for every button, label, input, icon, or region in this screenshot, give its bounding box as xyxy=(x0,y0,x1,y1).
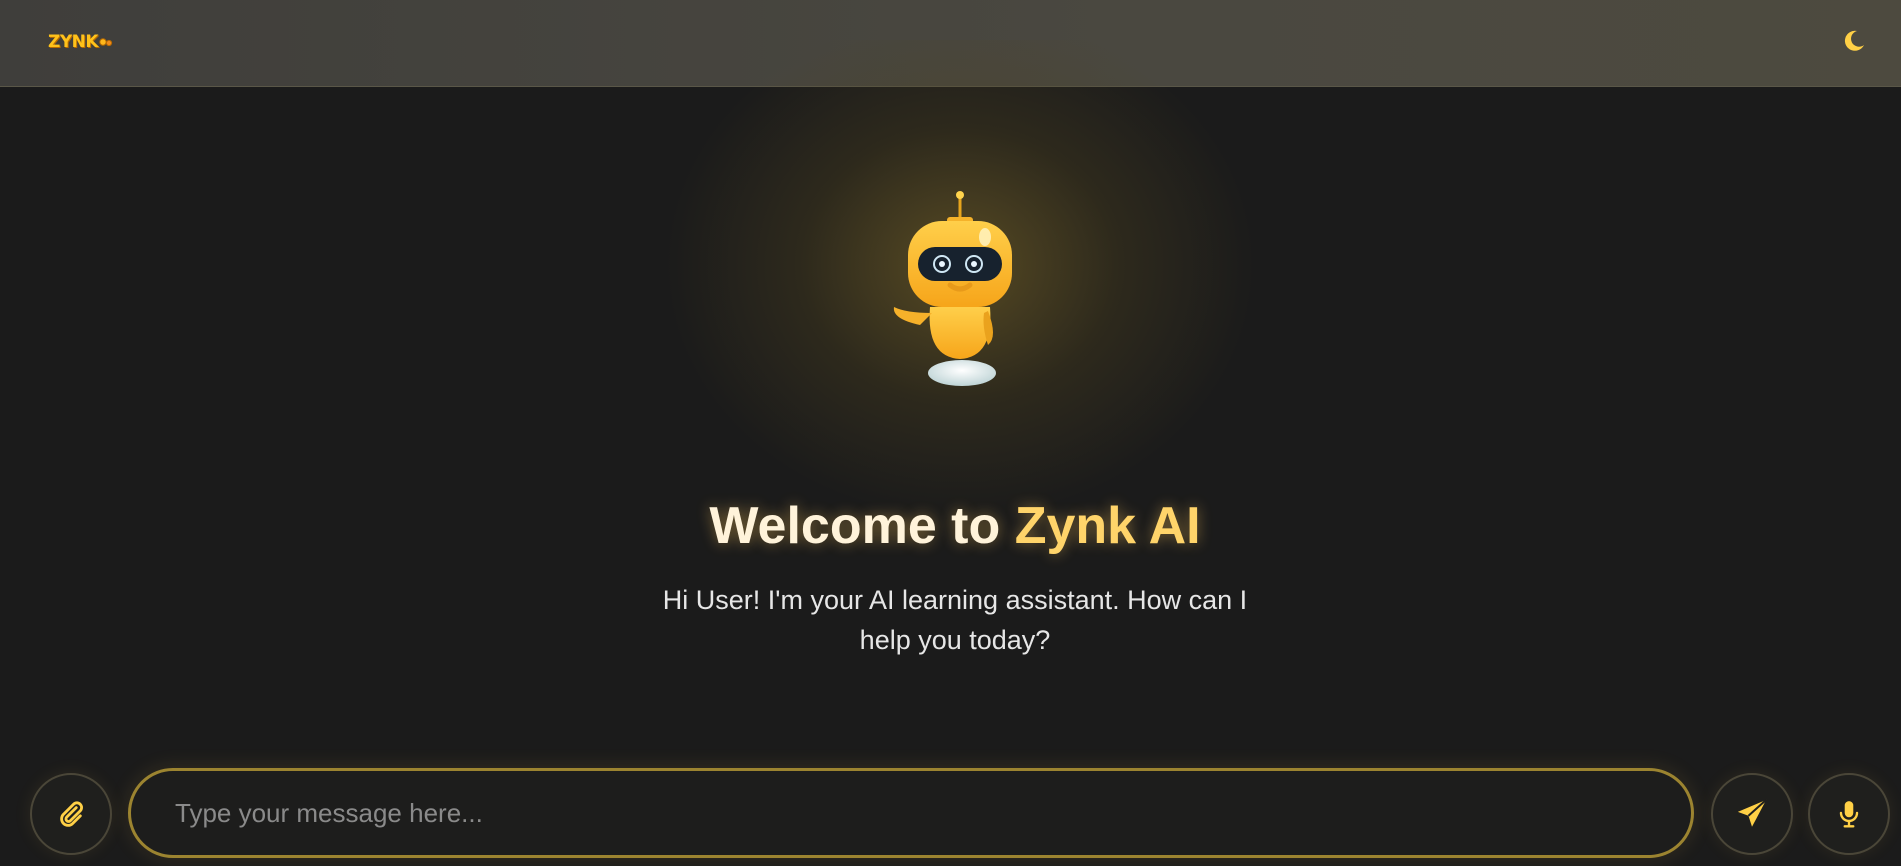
logo[interactable]: ZYNK xyxy=(48,30,113,54)
robot-mascot-icon xyxy=(893,191,1012,386)
zynk-logo-mark-icon xyxy=(99,38,113,47)
message-input-container xyxy=(128,768,1694,858)
welcome-prefix: Welcome to xyxy=(709,497,1015,555)
paperclip-icon xyxy=(60,801,83,827)
paper-plane-icon xyxy=(1737,799,1767,827)
theme-toggle-button[interactable] xyxy=(1836,24,1870,58)
welcome-heading: Welcome to Zynk AI xyxy=(500,496,1410,556)
moon-icon xyxy=(1844,30,1864,51)
message-input[interactable] xyxy=(175,771,1655,855)
attach-button[interactable] xyxy=(30,773,112,855)
logo-text: ZYNK xyxy=(48,32,99,52)
welcome-subtitle: Hi User! I'm your AI learning assistant.… xyxy=(662,585,1248,655)
microphone-icon xyxy=(1839,801,1859,828)
microphone-button[interactable] xyxy=(1808,773,1890,855)
send-button[interactable] xyxy=(1711,773,1793,855)
welcome-brand: Zynk AI xyxy=(1014,497,1201,555)
